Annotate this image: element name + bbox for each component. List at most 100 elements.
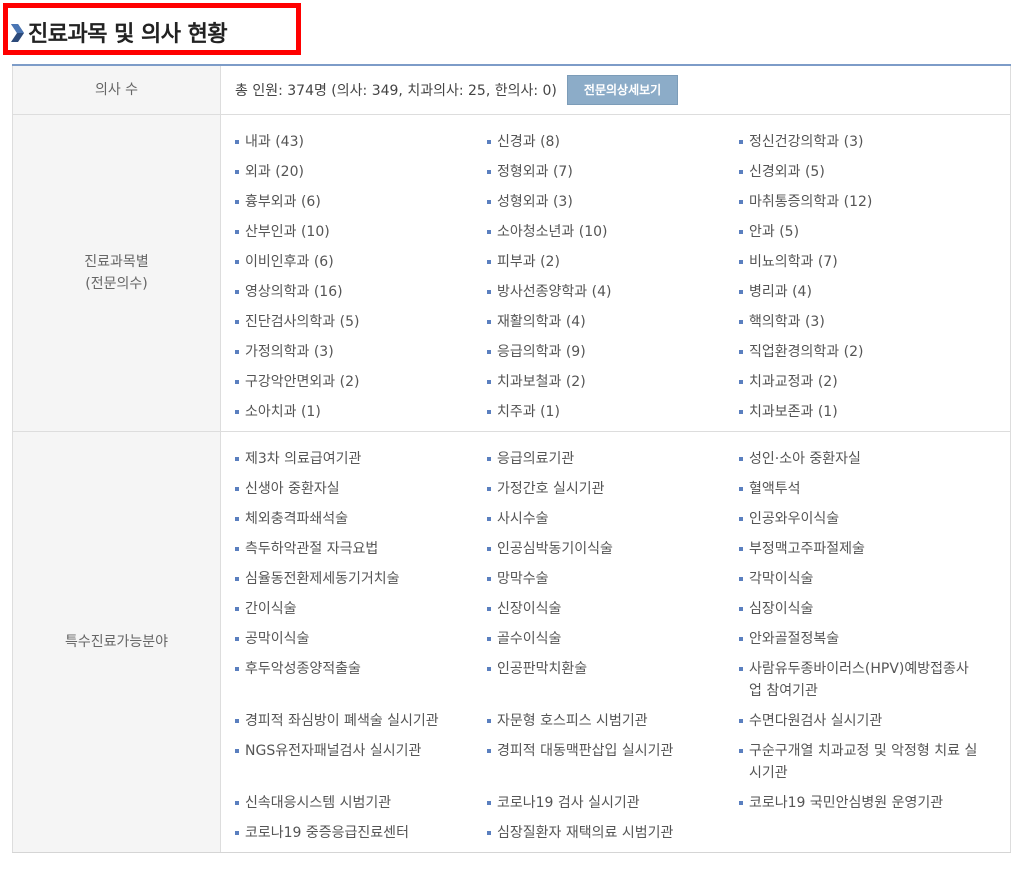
specialist-detail-button[interactable]: 전문의상세보기 — [566, 75, 679, 105]
department-item-label: 영상의학과 (16) — [245, 284, 343, 300]
department-item: 치주과 (1) — [487, 401, 739, 431]
bullet-icon — [487, 200, 491, 204]
special-field-item: 공막이식술 — [235, 628, 487, 658]
department-item-label: 성형외과 (3) — [497, 194, 573, 210]
bullet-icon — [739, 577, 743, 581]
bullet-icon — [739, 380, 743, 384]
special-field-item-label: 신생아 중환자실 — [245, 481, 340, 497]
bullet-icon — [235, 749, 239, 753]
bullet-icon — [235, 667, 239, 671]
department-item-label: 응급의학과 (9) — [497, 344, 586, 360]
special-field-item: 혈액투석 — [739, 478, 989, 508]
department-item: 신경외과 (5) — [739, 161, 989, 191]
bullet-icon — [235, 380, 239, 384]
special-label: 특수진료가능분야 — [12, 432, 221, 852]
bullet-icon — [235, 410, 239, 414]
department-item: 응급의학과 (9) — [487, 341, 739, 371]
department-item-label: 마취통증의학과 (12) — [749, 194, 873, 210]
department-item: 산부인과 (10) — [235, 221, 487, 251]
bullet-icon — [235, 487, 239, 491]
special-field-item: 신속대응시스템 시범기관 — [235, 792, 487, 822]
special-field-item-label: 경피적 대동맥판삽입 실시기관 — [497, 743, 674, 759]
special-field-item: 신생아 중환자실 — [235, 478, 487, 508]
bullet-icon — [235, 260, 239, 264]
special-field-item-label: 심장이식술 — [749, 601, 814, 617]
special-field-item-label: 제3차 의료급여기관 — [245, 451, 362, 467]
special-field-item-label: 코로나19 국민안심병원 운영기관 — [749, 795, 944, 811]
bullet-icon — [487, 667, 491, 671]
departments-label-line1: 진료과목별 — [84, 254, 149, 270]
bullet-icon — [487, 260, 491, 264]
special-field-item-label: 혈액투석 — [749, 481, 801, 497]
department-item-label: 산부인과 (10) — [245, 224, 330, 240]
bullet-icon — [739, 637, 743, 641]
special-field-item: 각막이식술 — [739, 568, 989, 598]
department-item-label: 안과 (5) — [749, 224, 800, 240]
special-field-item: 인공심박동기이식술 — [487, 538, 739, 568]
department-item: 소아치과 (1) — [235, 401, 487, 431]
special-field-item: 골수이식술 — [487, 628, 739, 658]
special-list: 제3차 의료급여기관 응급의료기관 성인·소아 중환자실신생아 중환자실 가정간호 실… — [235, 432, 1010, 852]
special-field-item-label: 응급의료기관 — [497, 451, 575, 467]
chevron-right-icon — [11, 24, 24, 42]
special-field-item: 인공판막치환술 — [487, 658, 739, 710]
bullet-icon — [739, 230, 743, 234]
special-field-item: 간이식술 — [235, 598, 487, 628]
department-item-label: 소아청소년과 (10) — [497, 224, 608, 240]
bullet-icon — [487, 831, 491, 835]
special-field-item: 경피적 좌심방이 폐색술 실시기관 — [235, 710, 487, 740]
page-title: 진료과목 및 의사 현황 — [28, 22, 228, 47]
departments-list: 내과 (43) 신경과 (8) 정신건강의학과 (3) 외과 (20) 정형외과 (7)… — [235, 115, 1010, 431]
bullet-icon — [487, 230, 491, 234]
special-field-item-label: 간이식술 — [245, 601, 297, 617]
department-item: 병리과 (4) — [739, 281, 989, 311]
department-item-label: 정신건강의학과 (3) — [749, 134, 864, 150]
bullet-icon — [235, 200, 239, 204]
special-field-item: 인공와우이식술 — [739, 508, 989, 538]
special-field-item-label: 후두악성종양적출술 — [245, 661, 361, 677]
special-field-item-label: 구순구개열 치과교정 및 악정형 치료 실시기관 — [749, 743, 978, 781]
department-item: 성형외과 (3) — [487, 191, 739, 221]
special-field-item: 측두하악관절 자극요법 — [235, 538, 487, 568]
bullet-icon — [235, 577, 239, 581]
bullet-icon — [487, 749, 491, 753]
bullet-icon — [739, 290, 743, 294]
doctor-count-row: 의사 수 총 인원: 374명 (의사: 349, 치과의사: 25, 한의사:… — [12, 66, 1011, 115]
bullet-icon — [235, 831, 239, 835]
department-item: 비뇨의학과 (7) — [739, 251, 989, 281]
department-item: 안과 (5) — [739, 221, 989, 251]
bullet-icon — [235, 320, 239, 324]
special-field-item: 자문형 호스피스 시범기관 — [487, 710, 739, 740]
department-item-label: 신경외과 (5) — [749, 164, 825, 180]
special-field-item-label: 코로나19 검사 실시기관 — [497, 795, 640, 811]
special-field-item: 제3차 의료급여기관 — [235, 448, 487, 478]
bullet-icon — [235, 170, 239, 174]
special-field-item-label: 자문형 호스피스 시범기관 — [497, 713, 648, 729]
special-field-item: 심장이식술 — [739, 598, 989, 628]
special-field-item-label: 가정간호 실시기관 — [497, 481, 605, 497]
bullet-icon — [739, 487, 743, 491]
department-item: 치과교정과 (2) — [739, 371, 989, 401]
bullet-icon — [739, 749, 743, 753]
department-item: 치과보철과 (2) — [487, 371, 739, 401]
bullet-icon — [739, 457, 743, 461]
department-item: 재활의학과 (4) — [487, 311, 739, 341]
department-item-label: 피부과 (2) — [497, 254, 560, 270]
department-item: 외과 (20) — [235, 161, 487, 191]
departments-label: 진료과목별 (전문의수) — [12, 115, 221, 431]
bullet-icon — [487, 577, 491, 581]
bullet-icon — [235, 350, 239, 354]
doctor-count-label: 의사 수 — [12, 66, 221, 114]
department-item: 정신건강의학과 (3) — [739, 131, 989, 161]
bullet-icon — [487, 517, 491, 521]
special-field-item-label: 성인·소아 중환자실 — [749, 451, 861, 467]
bullet-icon — [235, 719, 239, 723]
bullet-icon — [235, 547, 239, 551]
bullet-icon — [487, 547, 491, 551]
department-item: 마취통증의학과 (12) — [739, 191, 989, 221]
department-item: 방사선종양학과 (4) — [487, 281, 739, 311]
special-field-item: 구순구개열 치과교정 및 악정형 치료 실시기관 — [739, 740, 989, 792]
special-field-item-label: 심장질환자 재택의료 시범기관 — [497, 825, 674, 841]
department-item-label: 병리과 (4) — [749, 284, 812, 300]
department-item-label: 이비인후과 (6) — [245, 254, 334, 270]
